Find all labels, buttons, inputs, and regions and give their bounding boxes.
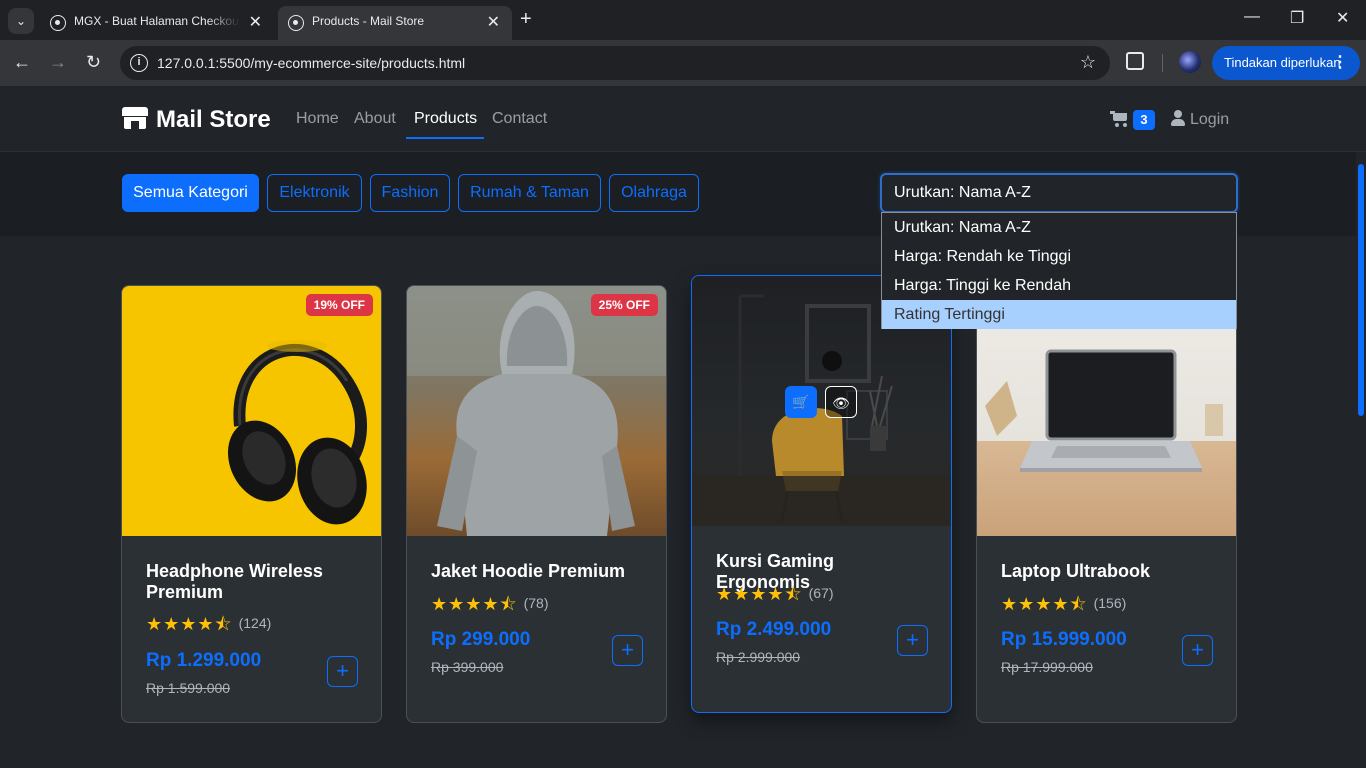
nav-link-about[interactable]: About <box>354 110 396 128</box>
product-card[interactable]: Laptop Ultrabook ★★★★⯪ (156) Rp 15.999.00… <box>976 285 1237 723</box>
forward-icon[interactable]: → <box>49 52 67 73</box>
browser-toolbar: ← → ↻ i 127.0.0.1:5500/my-ecommerce-site… <box>0 40 1366 86</box>
action-required-label: Tindakan diperlukan <box>1224 55 1341 70</box>
brand-link[interactable]: Mail Store <box>122 106 271 134</box>
new-tab-icon[interactable]: + <box>520 8 532 31</box>
url-text[interactable]: 127.0.0.1:5500/my-ecommerce-site/product… <box>157 55 465 71</box>
scrollbar-thumb[interactable] <box>1358 164 1364 416</box>
browser-tabstrip: ⌄ MGX - Buat Halaman Checkout ✕ Products… <box>0 0 1366 40</box>
product-image[interactable]: 19% OFF <box>122 286 381 536</box>
product-card-hovered[interactable]: 🛒 👁 Kursi Gaming Ergonomis ★★★★⯪ (67) Rp … <box>691 275 952 713</box>
user-icon <box>1171 110 1185 126</box>
product-old-price: Rp 1.599.000 <box>146 680 231 696</box>
page-scrollbar[interactable] <box>1356 152 1366 768</box>
add-to-cart-button[interactable]: + <box>612 635 643 666</box>
back-icon[interactable]: ← <box>13 52 31 73</box>
sort-option-price-asc[interactable]: Harga: Rendah ke Tinggi <box>882 242 1236 271</box>
minimize-icon[interactable]: — <box>1244 8 1260 26</box>
product-rating: ★★★★⯪ (156) <box>1001 592 1127 614</box>
category-all-button[interactable]: Semua Kategori <box>122 174 259 212</box>
product-rating: ★★★★⯪ (78) <box>431 592 549 614</box>
brand-name: Mail Store <box>156 106 271 133</box>
add-to-cart-button[interactable]: + <box>897 625 928 656</box>
site-navbar: Mail Store Home About Products Contact 3… <box>0 86 1366 152</box>
product-price: Rp 299.000 <box>431 629 531 650</box>
sort-select[interactable]: Urutkan: Nama A-Z <box>880 173 1238 213</box>
close-tab-icon[interactable]: ✕ <box>249 12 262 32</box>
product-card[interactable]: 19% OFF Headphone Wireless Premium ★★★★⯪… <box>121 285 382 723</box>
close-window-icon[interactable]: ✕ <box>1336 8 1349 28</box>
browser-tab-products[interactable]: Products - Mail Store ✕ <box>278 6 512 40</box>
sort-option-price-desc[interactable]: Harga: Tinggi ke Rendah <box>882 271 1236 300</box>
close-tab-icon[interactable]: ✕ <box>487 12 500 32</box>
quick-add-cart-icon[interactable]: 🛒 <box>785 386 817 418</box>
chrome-favicon-icon <box>288 15 304 31</box>
star-rating-icon: ★★★★⯪ <box>716 584 803 604</box>
category-fashion-button[interactable]: Fashion <box>370 174 450 212</box>
sort-dropdown-list: Urutkan: Nama A-Z Harga: Rendah ke Tingg… <box>881 212 1237 329</box>
tab-search-icon[interactable]: ⌄ <box>8 8 34 34</box>
product-old-price: Rp 17.999.000 <box>1001 659 1093 675</box>
site-info-icon[interactable]: i <box>130 54 148 72</box>
quick-view-eye-icon[interactable]: 👁 <box>825 386 857 418</box>
product-price: Rp 2.499.000 <box>716 619 832 640</box>
product-image[interactable]: 25% OFF <box>407 286 666 536</box>
discount-badge: 19% OFF <box>305 294 373 316</box>
nav-link-products[interactable]: Products <box>414 110 477 128</box>
tab-title: Products - Mail Store <box>312 14 425 28</box>
browser-tab-mgx[interactable]: MGX - Buat Halaman Checkout ✕ <box>40 6 274 40</box>
active-nav-indicator <box>406 137 484 139</box>
star-rating-icon: ★★★★⯪ <box>431 594 518 614</box>
star-rating-icon: ★★★★⯪ <box>146 614 233 634</box>
hoodie-image <box>407 286 666 536</box>
login-link[interactable]: Login <box>1171 110 1229 129</box>
review-count: (78) <box>523 595 549 611</box>
store-icon <box>122 107 148 129</box>
review-count: (67) <box>808 585 834 601</box>
tab-title: MGX - Buat Halaman Checkout <box>74 14 240 28</box>
product-price: Rp 1.299.000 <box>146 650 262 671</box>
cart-count-badge: 3 <box>1133 110 1155 130</box>
cart-icon <box>1110 111 1128 127</box>
bookmark-star-icon[interactable]: ☆ <box>1080 52 1096 73</box>
headphone-image <box>227 340 367 525</box>
sort-option-rating[interactable]: Rating Tertinggi <box>882 300 1236 329</box>
product-name[interactable]: Jaket Hoodie Premium <box>431 561 646 582</box>
toolbar-separator <box>1162 54 1163 72</box>
add-to-cart-button[interactable]: + <box>1182 635 1213 666</box>
product-old-price: Rp 2.999.000 <box>716 649 801 665</box>
product-name[interactable]: Headphone Wireless Premium <box>146 561 361 603</box>
product-old-price: Rp 399.000 <box>431 659 504 675</box>
review-count: (124) <box>238 615 272 631</box>
extensions-icon[interactable] <box>1126 52 1144 70</box>
product-card[interactable]: 25% OFF Jaket Hoodie Premium ★★★★⯪ (78) R… <box>406 285 667 723</box>
add-to-cart-button[interactable]: + <box>327 656 358 687</box>
discount-badge: 25% OFF <box>590 294 658 316</box>
chrome-favicon-icon <box>50 15 66 31</box>
nav-link-home[interactable]: Home <box>296 110 339 128</box>
action-required-button[interactable]: Tindakan diperlukan ⋮ <box>1212 46 1360 80</box>
product-name[interactable]: Laptop Ultrabook <box>1001 561 1216 582</box>
login-label: Login <box>1190 111 1230 128</box>
menu-dots-icon[interactable]: ⋮ <box>1332 46 1348 80</box>
star-rating-icon: ★★★★⯪ <box>1001 594 1088 614</box>
nav-link-contact[interactable]: Contact <box>492 110 547 128</box>
product-price: Rp 15.999.000 <box>1001 629 1127 650</box>
category-elektronik-button[interactable]: Elektronik <box>267 174 362 212</box>
category-olahraga-button[interactable]: Olahraga <box>609 174 699 212</box>
restore-icon[interactable]: ❐ <box>1290 8 1304 28</box>
address-bar[interactable]: i 127.0.0.1:5500/my-ecommerce-site/produ… <box>120 46 1110 80</box>
category-rumah-taman-button[interactable]: Rumah & Taman <box>458 174 601 212</box>
review-count: (156) <box>1093 595 1127 611</box>
sort-option-name[interactable]: Urutkan: Nama A-Z <box>882 213 1236 242</box>
profile-avatar[interactable] <box>1179 51 1201 73</box>
reload-icon[interactable]: ↻ <box>86 52 101 73</box>
product-rating: ★★★★⯪ (67) <box>716 582 834 604</box>
product-rating: ★★★★⯪ (124) <box>146 612 272 634</box>
